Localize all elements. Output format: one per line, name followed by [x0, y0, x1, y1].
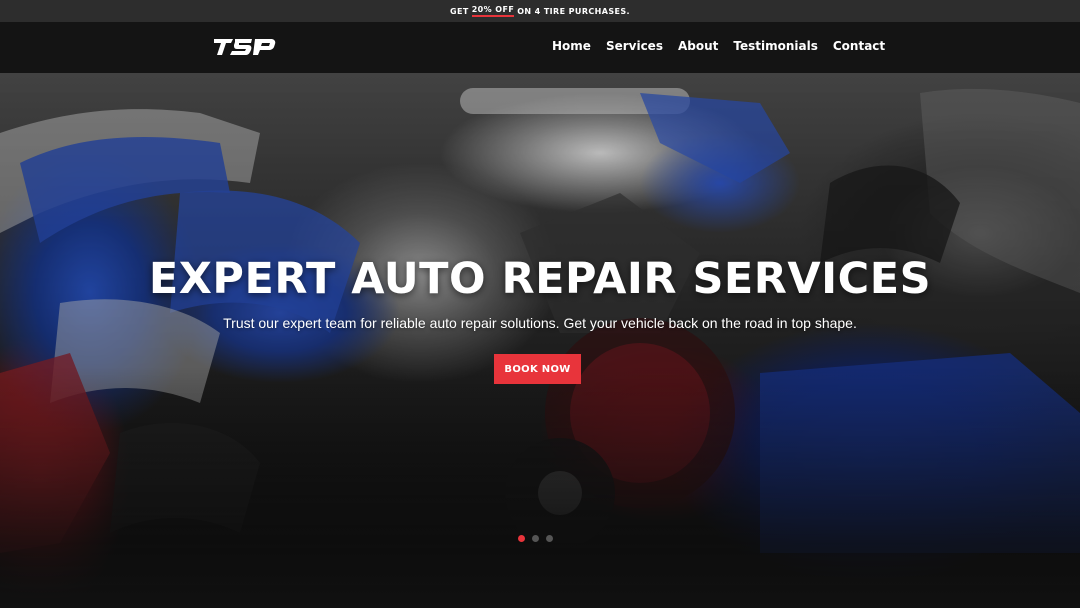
brand-logo[interactable]	[214, 36, 276, 58]
main-nav: Home Services About Testimonials Contact	[552, 39, 885, 53]
hero-overlay	[0, 73, 1080, 608]
promo-bar: GET 20% OFF ON 4 TIRE PURCHASES.	[0, 0, 1080, 22]
slider-dot-1[interactable]	[518, 535, 525, 542]
hero-headline: EXPERT AUTO REPAIR SERVICES	[148, 254, 932, 304]
promo-highlight: 20% OFF	[471, 5, 515, 17]
nav-services[interactable]: Services	[606, 39, 663, 53]
nav-about[interactable]: About	[678, 39, 718, 53]
brand-logo-letters	[214, 39, 276, 55]
nav-testimonials[interactable]: Testimonials	[733, 39, 817, 53]
slider-dots	[518, 535, 553, 542]
nav-home[interactable]: Home	[552, 39, 591, 53]
book-now-button[interactable]: BOOK NOW	[494, 354, 581, 384]
nav-contact[interactable]: Contact	[833, 39, 885, 53]
hero-subheadline: Trust our expert team for reliable auto …	[223, 315, 857, 331]
slider-dot-2[interactable]	[532, 535, 539, 542]
site-header: Home Services About Testimonials Contact	[0, 22, 1080, 73]
hero-section: EXPERT AUTO REPAIR SERVICES Trust our ex…	[0, 73, 1080, 608]
promo-prefix: GET	[450, 6, 469, 16]
promo-suffix: ON 4 TIRE PURCHASES.	[517, 6, 630, 16]
slider-dot-3[interactable]	[546, 535, 553, 542]
